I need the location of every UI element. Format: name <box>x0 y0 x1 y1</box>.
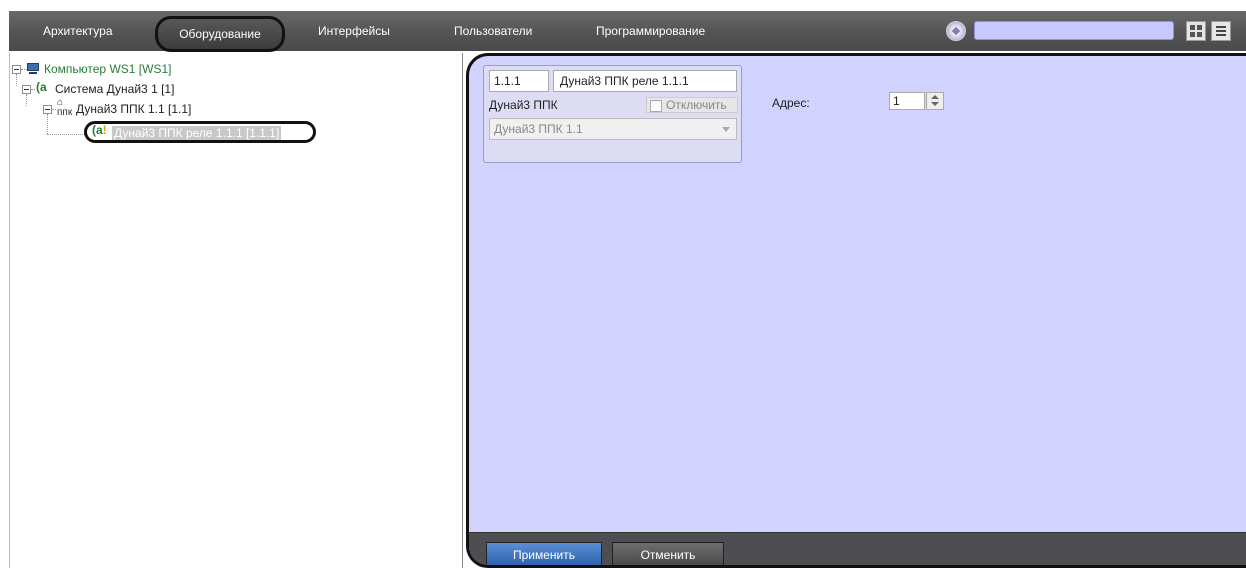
system-icon: (a <box>36 80 47 94</box>
tree-line <box>52 109 56 110</box>
tree-item-system[interactable]: Система Дунай3 1 [1] <box>55 81 174 97</box>
tab-architecture[interactable]: Архитектура <box>43 11 113 51</box>
tree-item-ppk[interactable]: Дунай3 ППК 1.1 [1.1] <box>76 101 191 117</box>
object-name-field[interactable]: Дунай3 ППК реле 1.1.1 <box>553 70 737 92</box>
parent-select-value: Дунай3 ППК 1.1 <box>494 122 583 136</box>
action-footer: Применить Отменить <box>469 532 1246 565</box>
tab-users[interactable]: Пользователи <box>454 11 532 51</box>
address-input[interactable]: 1 <box>889 92 925 110</box>
tab-equipment[interactable]: Оборудование <box>155 16 285 52</box>
cancel-button[interactable]: Отменить <box>612 542 724 565</box>
checkbox-box[interactable] <box>650 100 662 112</box>
object-card: 1.1.1 Дунай3 ППК реле 1.1.1 Дунай3 ППК О… <box>483 65 742 163</box>
parent-select[interactable]: Дунай3 ППК 1.1 <box>489 118 737 140</box>
tree-line <box>16 74 17 86</box>
tree-line <box>26 94 27 106</box>
tree-item-computer[interactable]: Компьютер WS1 [WS1] <box>44 61 171 77</box>
grid-icon[interactable] <box>1186 21 1206 41</box>
address-spinner[interactable] <box>926 92 944 110</box>
tab-interfaces[interactable]: Интерфейсы <box>318 11 390 51</box>
chevron-down-icon <box>722 127 730 132</box>
collapse-toggle[interactable] <box>12 65 21 74</box>
object-tree: Компьютер WS1 [WS1] (a Система Дунай3 1 … <box>9 53 463 568</box>
tab-programming[interactable]: Программирование <box>596 11 705 51</box>
settings-circle-icon[interactable] <box>946 21 966 41</box>
menu-icon[interactable] <box>1211 21 1231 41</box>
collapse-toggle[interactable] <box>22 85 31 94</box>
ppk-icon: ⌂ ппк <box>57 97 73 118</box>
tree-line <box>47 134 87 135</box>
selection-highlight <box>84 121 316 143</box>
tree-line <box>31 89 35 90</box>
address-label: Адрес: <box>772 96 810 110</box>
object-id-field[interactable]: 1.1.1 <box>489 70 549 92</box>
apply-button[interactable]: Применить <box>486 542 602 565</box>
spin-down-icon[interactable] <box>931 102 939 106</box>
tree-line <box>47 114 48 134</box>
computer-icon <box>26 63 40 75</box>
spin-up-icon[interactable] <box>931 95 939 99</box>
collapse-toggle[interactable] <box>43 105 52 114</box>
search-input[interactable] <box>974 21 1174 40</box>
properties-panel: 1.1.1 Дунай3 ППК реле 1.1.1 Дунай3 ППК О… <box>466 53 1246 568</box>
object-type-label: Дунай3 ППК <box>489 98 558 112</box>
disable-checkbox[interactable]: Отключить <box>646 97 738 113</box>
top-nav-bar: Архитектура Оборудование Интерфейсы Поль… <box>9 11 1246 52</box>
disable-label: Отключить <box>666 98 727 112</box>
